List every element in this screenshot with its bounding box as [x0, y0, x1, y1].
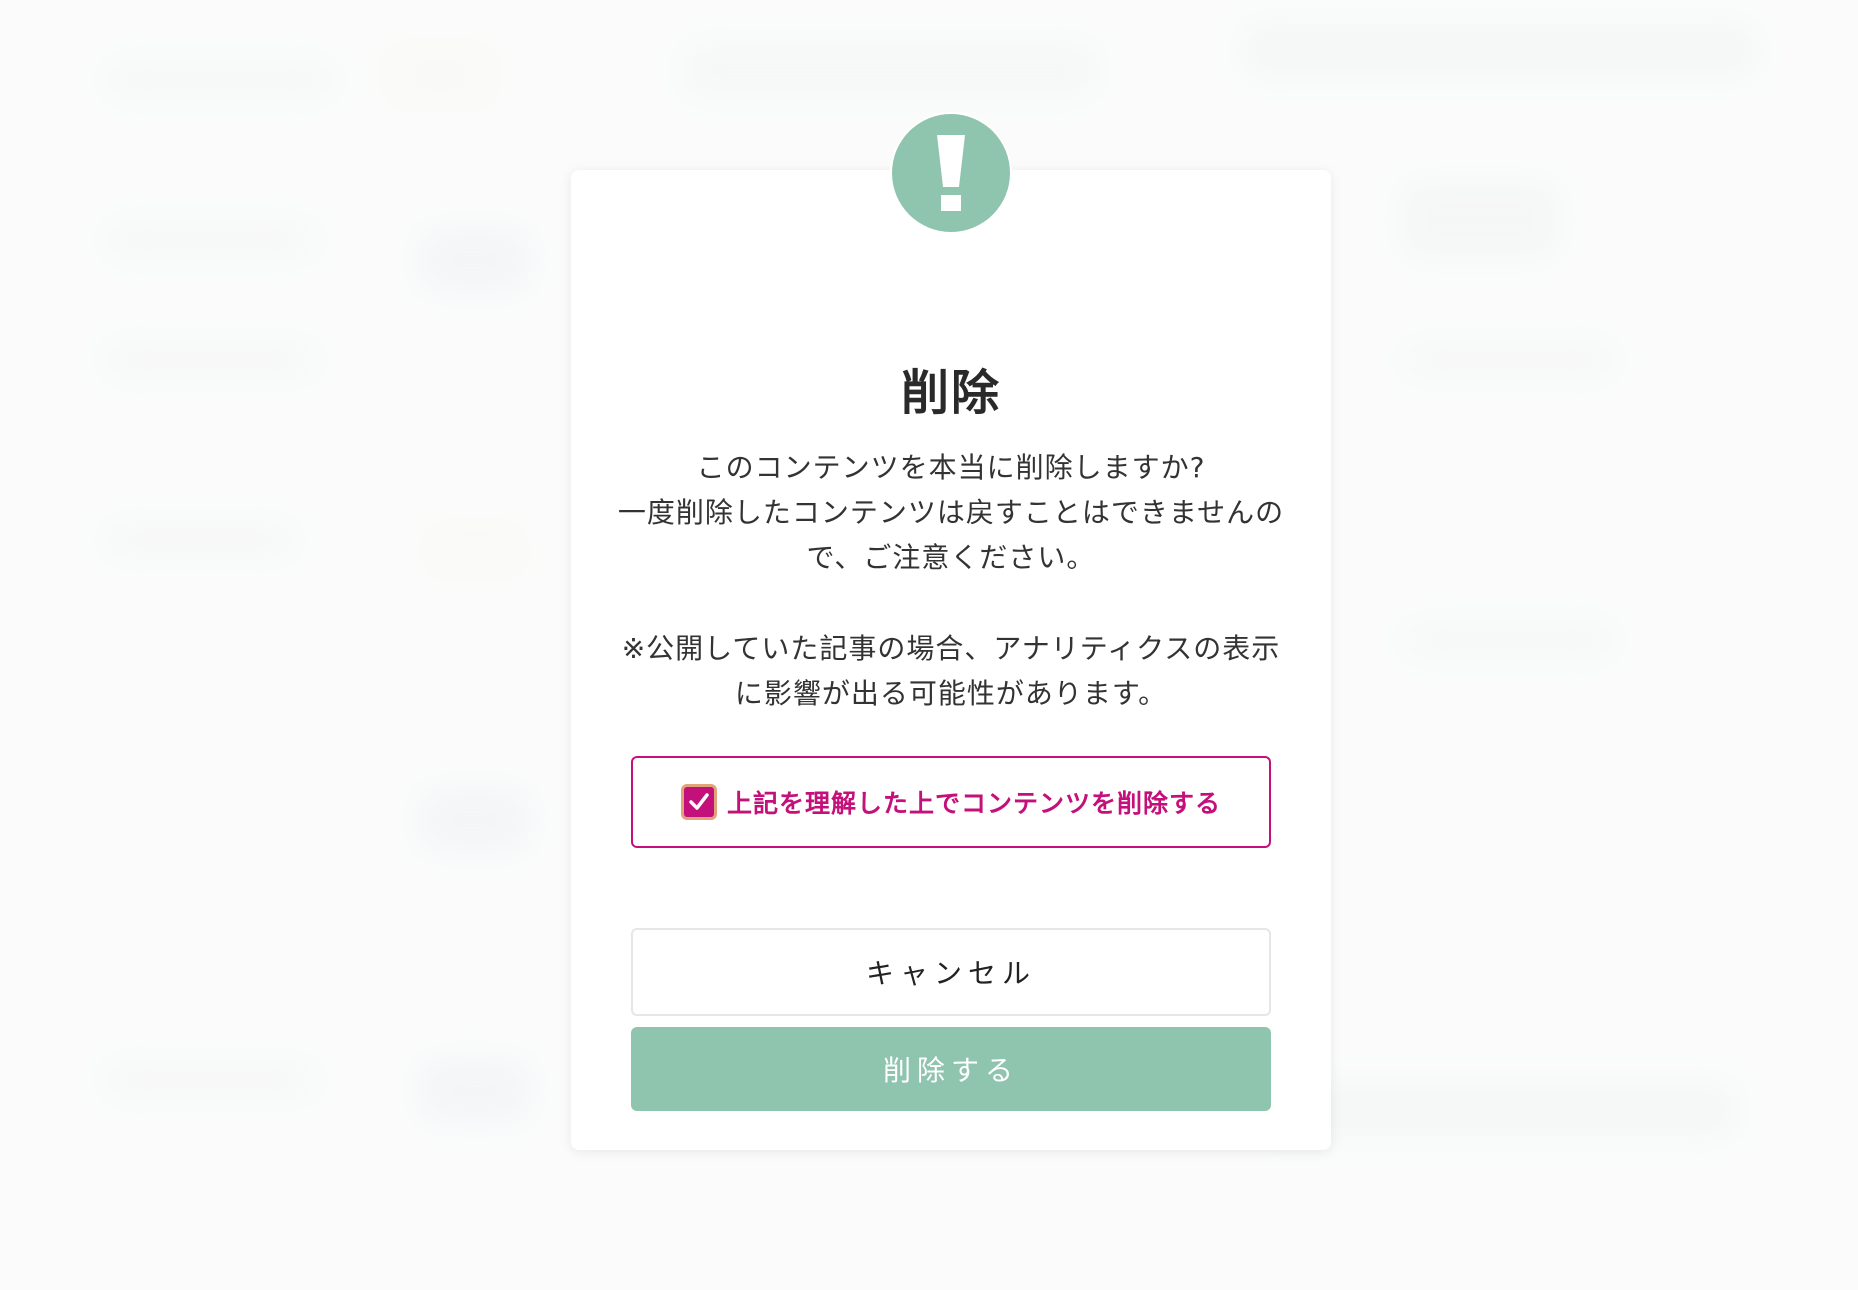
- dialog-title: 削除: [900, 365, 1001, 421]
- confirm-checkbox-label: 上記を理解した上でコンテンツを削除する: [726, 789, 1221, 818]
- checkmark-icon: [689, 793, 709, 810]
- alert-badge: [890, 112, 1012, 234]
- confirm-checkbox[interactable]: [680, 784, 717, 820]
- dialog-message: このコンテンツを本当に削除しますか? 一度削除したコンテンツは戻すことはできませ…: [617, 451, 1285, 574]
- cancel-button[interactable]: キャンセル: [631, 928, 1271, 1016]
- confirm-checkbox-row[interactable]: 上記を理解した上でコンテンツを削除する: [631, 756, 1271, 848]
- delete-button[interactable]: 削除する: [631, 1027, 1271, 1111]
- dialog-note: ※公開していた記事の場合、アナリティクスの表示に影響が出る可能性があります。: [621, 632, 1281, 710]
- exclamation-icon: [892, 114, 1010, 232]
- delete-dialog: 削除 このコンテンツを本当に削除しますか? 一度削除したコンテンツは戻すことはで…: [571, 112, 1331, 1150]
